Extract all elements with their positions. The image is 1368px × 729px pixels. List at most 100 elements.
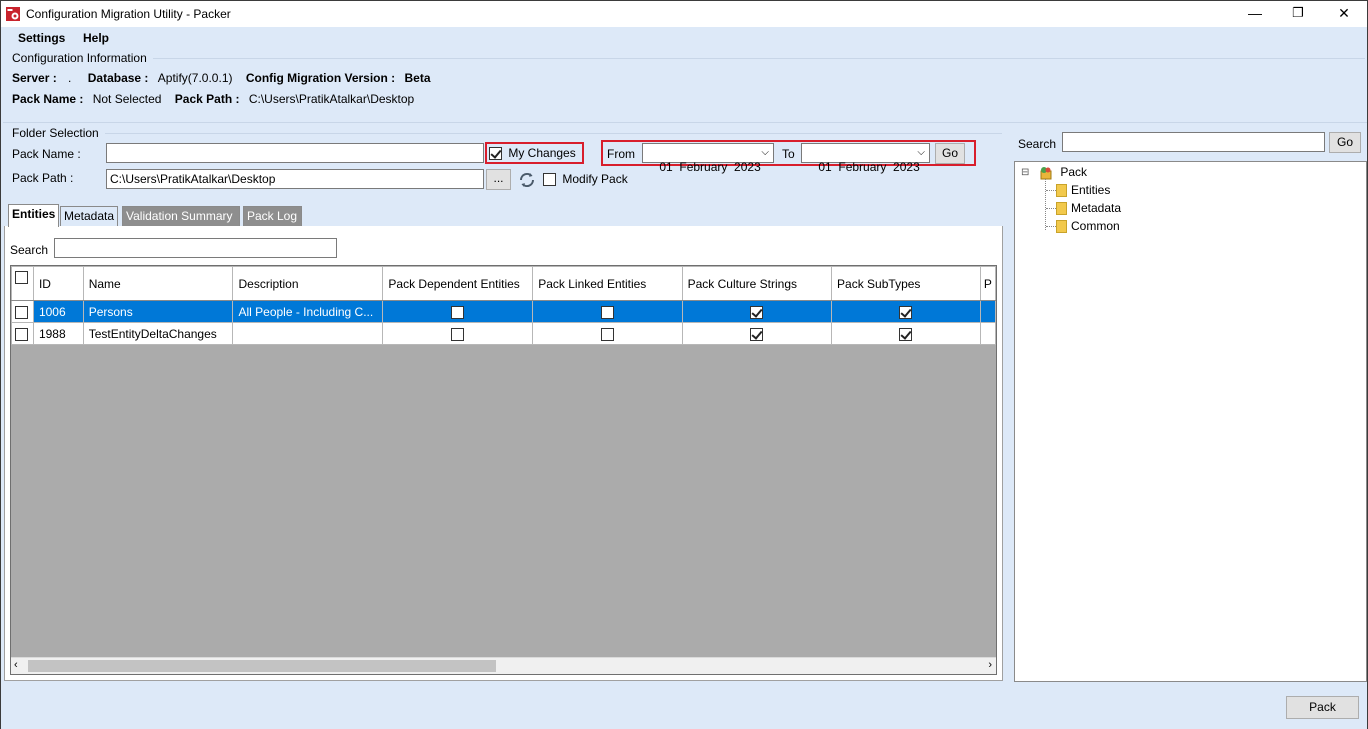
select-all-header[interactable] [11, 266, 34, 301]
scroll-right-icon[interactable]: › [988, 659, 992, 671]
folder-icon [1056, 202, 1067, 216]
column-header-subtypes[interactable]: Pack SubTypes [831, 266, 981, 301]
my-changes-label: My Changes [508, 146, 576, 160]
tree-node-common[interactable]: Common [1046, 219, 1120, 234]
restore-button[interactable]: ❐ [1287, 4, 1309, 24]
row-name: Persons [82, 300, 234, 323]
minimize-button[interactable]: — [1244, 4, 1266, 24]
to-label: To [782, 147, 795, 161]
row-select-checkbox[interactable] [15, 327, 28, 341]
column-header-more[interactable]: P [979, 266, 997, 301]
row-culture-cell[interactable] [681, 322, 833, 345]
row-dependent-cell[interactable] [382, 300, 534, 323]
row-id: 1006 [32, 300, 84, 323]
config-info-row-1: Server : . Database : Aptify(7.0.0.1) Co… [12, 71, 431, 85]
column-header-dependent[interactable]: Pack Dependent Entities [382, 266, 534, 301]
pack-tree: ⊟ Pack Entities Metadata Common [1014, 161, 1367, 682]
table-row[interactable]: 1006 Persons All People - Including C... [11, 300, 997, 323]
entities-grid: ID Name Description Pack Dependent Entit… [10, 265, 997, 675]
to-date-picker[interactable]: 01 February 2023 ⌵ [801, 143, 930, 174]
menu-settings[interactable]: Settings [18, 31, 65, 45]
column-header-description[interactable]: Description [232, 266, 384, 301]
dependent-checkbox[interactable] [451, 305, 465, 319]
my-changes-checkbox[interactable]: My Changes [489, 146, 576, 161]
from-date-value: 01 February 2023 [659, 160, 761, 174]
subtypes-checkbox[interactable] [899, 305, 913, 319]
column-header-culture[interactable]: Pack Culture Strings [681, 266, 833, 301]
tree-node-metadata[interactable]: Metadata [1046, 201, 1121, 216]
browse-button[interactable]: ... [486, 169, 511, 190]
pack-name-input[interactable] [106, 143, 484, 163]
tree-node-label: Entities [1071, 183, 1111, 197]
horizontal-scrollbar[interactable]: ‹ › [11, 657, 996, 674]
entities-table: ID Name Description Pack Dependent Entit… [11, 266, 997, 345]
modify-pack-check-icon[interactable] [543, 173, 556, 187]
pack-path-info-label: Pack Path : [174, 92, 240, 106]
chevron-down-icon[interactable]: ⌵ [761, 147, 769, 158]
tab-metadata[interactable]: Metadata [60, 206, 118, 226]
scrollbar-thumb[interactable] [28, 660, 496, 672]
folder-icon [1056, 184, 1067, 198]
to-date-value: 01 February 2023 [818, 160, 920, 174]
linked-checkbox[interactable] [600, 305, 614, 319]
tab-entities[interactable]: Entities [8, 204, 59, 227]
row-subtypes-cell[interactable] [831, 300, 981, 323]
entities-search-label: Search [10, 243, 49, 257]
modify-pack-label: Modify Pack [562, 172, 628, 186]
tree-go-button[interactable]: Go [1329, 132, 1361, 153]
column-header-name[interactable]: Name [82, 266, 234, 301]
pack-icon [1040, 166, 1052, 180]
table-header-row: ID Name Description Pack Dependent Entit… [11, 266, 997, 301]
row-more-cell [979, 322, 997, 345]
tab-pack-log[interactable]: Pack Log [243, 206, 302, 226]
tree-branch [1046, 190, 1056, 192]
tree-node-pack[interactable]: Pack [1039, 165, 1087, 180]
row-select-cell[interactable] [11, 322, 34, 345]
scroll-left-icon[interactable]: ‹ [14, 659, 18, 671]
date-go-button[interactable]: Go [935, 143, 965, 164]
culture-checkbox[interactable] [750, 305, 764, 319]
app-logo-icon [6, 7, 20, 21]
dependent-checkbox[interactable] [451, 327, 465, 341]
collapse-icon[interactable]: ⊟ [1021, 167, 1029, 178]
linked-checkbox[interactable] [600, 327, 614, 341]
config-info-divider [153, 58, 1365, 59]
column-header-linked[interactable]: Pack Linked Entities [532, 266, 683, 301]
row-id: 1988 [32, 322, 84, 345]
menu-help[interactable]: Help [83, 31, 109, 45]
pack-button[interactable]: Pack [1286, 696, 1359, 719]
tab-validation-summary[interactable]: Validation Summary [122, 206, 240, 226]
pack-path-info-value: C:\Users\PratikAtalkar\Desktop [248, 92, 415, 106]
tree-search-input[interactable] [1062, 132, 1325, 152]
version-label: Config Migration Version : [245, 71, 396, 85]
subtypes-checkbox[interactable] [899, 327, 913, 341]
column-header-id[interactable]: ID [32, 266, 84, 301]
version-value: Beta [404, 71, 431, 85]
select-all-checkbox[interactable] [15, 271, 28, 285]
tree-node-entities[interactable]: Entities [1046, 183, 1111, 198]
chevron-down-icon[interactable]: ⌵ [917, 147, 925, 158]
pack-path-input[interactable]: C:\Users\PratikAtalkar\Desktop [106, 169, 484, 189]
from-date-picker[interactable]: 01 February 2023 ⌵ [642, 143, 774, 174]
refresh-icon[interactable] [518, 171, 536, 189]
folder-icon [1056, 220, 1067, 234]
config-info-bottom-divider [3, 122, 1367, 123]
row-linked-cell[interactable] [532, 300, 683, 323]
my-changes-check-icon[interactable] [489, 147, 502, 161]
row-select-cell[interactable] [11, 300, 34, 323]
row-linked-cell[interactable] [532, 322, 683, 345]
row-more-cell [979, 300, 997, 323]
row-subtypes-cell[interactable] [831, 322, 981, 345]
config-info-header: Configuration Information [12, 51, 147, 65]
close-button[interactable]: ✕ [1333, 4, 1355, 24]
modify-pack-checkbox[interactable]: Modify Pack [543, 172, 628, 187]
table-row[interactable]: 1988 TestEntityDeltaChanges [11, 322, 997, 345]
row-culture-cell[interactable] [681, 300, 833, 323]
row-select-checkbox[interactable] [15, 305, 28, 319]
from-label: From [607, 147, 635, 161]
culture-checkbox[interactable] [750, 327, 764, 341]
pack-path-label: Pack Path : [12, 171, 74, 185]
row-dependent-cell[interactable] [382, 322, 534, 345]
pack-name-label: Pack Name : [12, 147, 81, 161]
entities-search-input[interactable] [54, 238, 337, 258]
